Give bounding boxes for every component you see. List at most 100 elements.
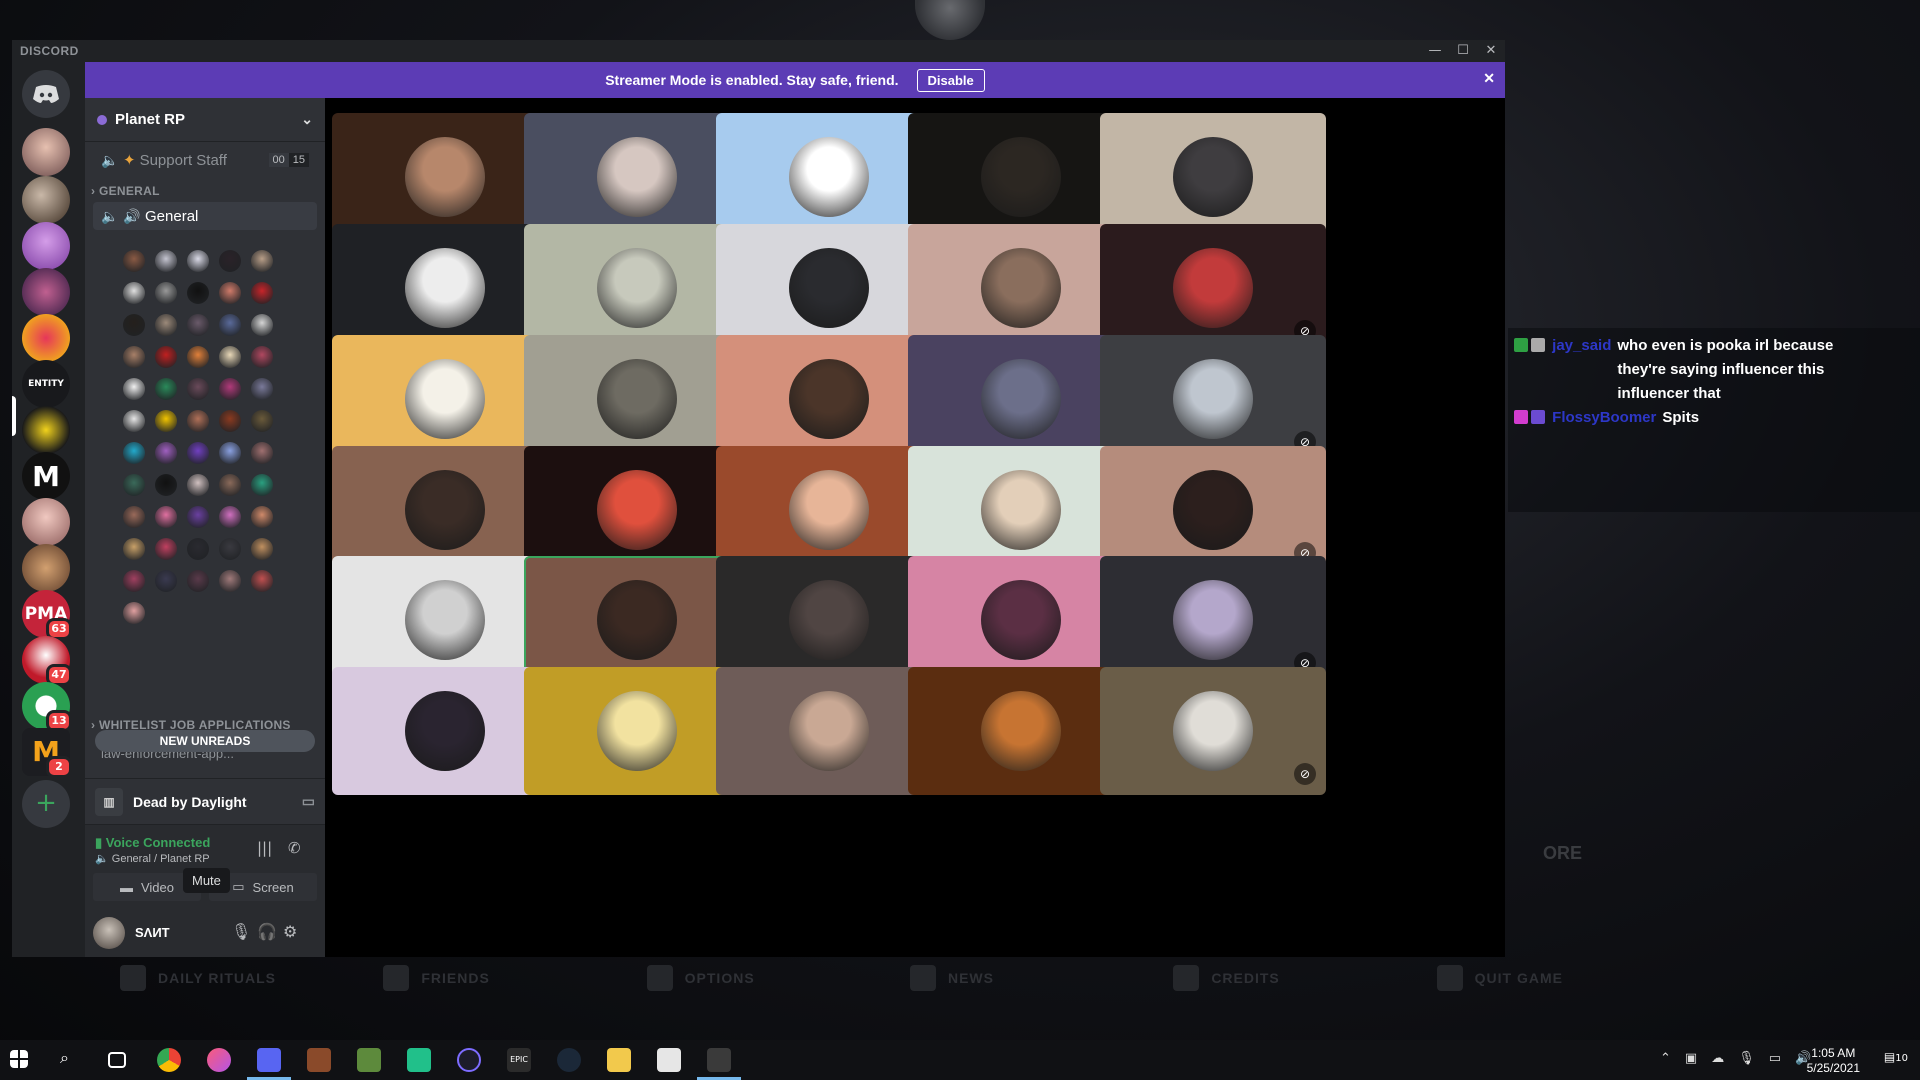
app-icon[interactable] (407, 1048, 431, 1072)
notification-center-icon[interactable]: ▤10 (1884, 1050, 1908, 1064)
cloud-icon[interactable]: ☁ (1711, 1051, 1724, 1066)
member-avatar[interactable] (251, 410, 273, 432)
server-icon[interactable] (22, 314, 70, 362)
search-icon[interactable]: ⌕ (60, 1048, 84, 1072)
participant-tile[interactable]: ⊘ (1100, 335, 1326, 463)
gmail-like-server-icon[interactable]: M 2 (22, 728, 72, 778)
member-avatar[interactable] (155, 570, 177, 592)
member-avatar[interactable] (219, 474, 241, 496)
close-banner-icon[interactable]: ✕ (1483, 70, 1495, 87)
tray-app-icon[interactable]: ▣ (1685, 1051, 1697, 1066)
itunes-icon[interactable] (207, 1048, 231, 1072)
member-avatar[interactable] (123, 602, 145, 624)
member-avatar[interactable] (219, 442, 241, 464)
member-avatar[interactable] (219, 538, 241, 560)
chevron-down-icon[interactable]: ⌄ (301, 111, 313, 128)
member-avatar[interactable] (251, 282, 273, 304)
server-icon[interactable] (22, 222, 70, 270)
server-icon[interactable]: 13 (22, 682, 72, 732)
member-avatar[interactable] (251, 346, 273, 368)
server-icon[interactable] (22, 544, 70, 592)
member-avatar[interactable] (219, 314, 241, 336)
task-view-icon[interactable] (108, 1052, 126, 1068)
channel-support-staff[interactable]: 🔈 ✦ Support Staff 00 15 (93, 146, 317, 174)
m-server-icon[interactable]: M (22, 452, 70, 500)
member-avatar[interactable] (219, 570, 241, 592)
member-avatar[interactable] (155, 314, 177, 336)
server-icon[interactable] (22, 498, 70, 546)
server-icon[interactable] (22, 128, 70, 176)
member-avatar[interactable] (187, 378, 209, 400)
settings-gear-icon[interactable]: ⚙ (283, 922, 297, 941)
new-unreads-pill[interactable]: NEW UNREADS (95, 730, 315, 752)
chrome-icon[interactable] (157, 1048, 181, 1072)
member-avatar[interactable] (219, 346, 241, 368)
microphone-icon[interactable]: 🎙 (231, 922, 251, 941)
server-header[interactable]: Planet RP ⌄ (85, 98, 325, 142)
add-server-icon[interactable]: + (22, 780, 70, 828)
participant-tile[interactable]: ⊘ (1100, 446, 1326, 574)
noise-suppression-icon[interactable]: ||| (257, 839, 272, 857)
category-general[interactable]: › GENERAL (91, 184, 160, 198)
participant-tile[interactable]: ⊘ (1100, 667, 1326, 795)
member-avatar[interactable] (187, 346, 209, 368)
server-icon[interactable] (22, 406, 70, 454)
disable-streamer-mode-button[interactable]: Disable (916, 68, 985, 92)
member-avatar[interactable] (123, 282, 145, 304)
member-avatar[interactable] (155, 538, 177, 560)
member-avatar[interactable] (251, 378, 273, 400)
member-avatar[interactable] (123, 410, 145, 432)
minecraft-icon[interactable] (357, 1048, 381, 1072)
member-avatar[interactable] (155, 506, 177, 528)
server-icon[interactable]: 47 (22, 636, 72, 686)
discord-taskbar-icon[interactable] (257, 1048, 281, 1072)
member-avatar[interactable] (251, 538, 273, 560)
member-avatar[interactable] (251, 250, 273, 272)
member-avatar[interactable] (187, 506, 209, 528)
member-avatar[interactable] (219, 506, 241, 528)
app-icon[interactable] (707, 1048, 731, 1072)
member-avatar[interactable] (123, 378, 145, 400)
app-icon[interactable] (307, 1048, 331, 1072)
member-avatar[interactable] (187, 538, 209, 560)
server-icon[interactable] (22, 176, 70, 224)
minimize-icon[interactable]: — (1421, 42, 1449, 60)
epic-games-icon[interactable]: EPIC (507, 1048, 531, 1072)
close-window-icon[interactable]: ✕ (1477, 42, 1505, 60)
member-avatar[interactable] (155, 442, 177, 464)
pma-server-icon[interactable]: PMA 63 (22, 590, 72, 640)
app-icon[interactable] (457, 1048, 481, 1072)
member-avatar[interactable] (155, 250, 177, 272)
member-avatar[interactable] (187, 410, 209, 432)
member-avatar[interactable] (123, 250, 145, 272)
member-avatar[interactable] (219, 410, 241, 432)
member-avatar[interactable] (155, 410, 177, 432)
member-avatar[interactable] (251, 442, 273, 464)
participant-tile[interactable]: ⊘ (1100, 556, 1326, 684)
home-discord-icon[interactable] (22, 70, 70, 118)
member-avatar[interactable] (155, 474, 177, 496)
member-avatar[interactable] (187, 314, 209, 336)
disconnect-icon[interactable]: ✆ (288, 839, 301, 857)
member-avatar[interactable] (187, 250, 209, 272)
microphone-tray-icon[interactable]: 🎙 (1738, 1051, 1755, 1066)
member-avatar[interactable] (219, 250, 241, 272)
member-avatar[interactable] (123, 474, 145, 496)
member-avatar[interactable] (219, 282, 241, 304)
clock[interactable]: 1:05 AM 5/25/2021 (1807, 1046, 1860, 1076)
member-avatar[interactable] (187, 474, 209, 496)
screen-share-icon[interactable]: ▭ (302, 793, 315, 810)
member-avatar[interactable] (187, 570, 209, 592)
member-avatar[interactable] (187, 282, 209, 304)
member-avatar[interactable] (251, 570, 273, 592)
member-avatar[interactable] (251, 314, 273, 336)
file-explorer-icon[interactable] (607, 1048, 631, 1072)
channel-general[interactable]: 🔈 🔊 General (93, 202, 317, 230)
member-avatar[interactable] (123, 506, 145, 528)
participant-tile[interactable]: ⊘ (1100, 224, 1326, 352)
member-avatar[interactable] (251, 506, 273, 528)
member-avatar[interactable] (219, 378, 241, 400)
member-avatar[interactable] (123, 442, 145, 464)
avatar[interactable] (93, 916, 125, 949)
member-avatar[interactable] (155, 378, 177, 400)
